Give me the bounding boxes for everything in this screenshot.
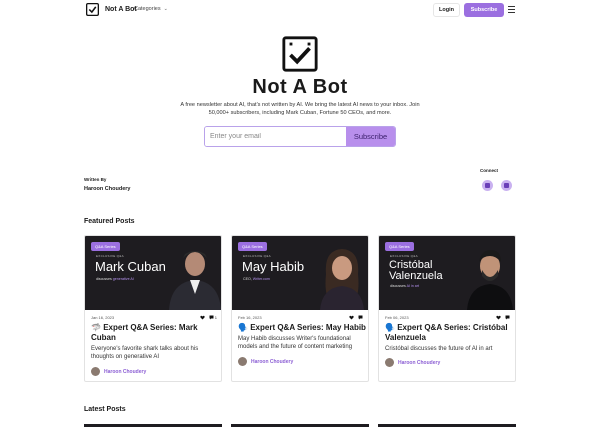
- subscribe-header-button[interactable]: Subscribe: [464, 3, 504, 17]
- post-card-cristobal-valenzuela[interactable]: Q&A Series EXCLUSIVE Q&A Cristóbal Valen…: [378, 235, 516, 382]
- series-badge: Q&A Series: [238, 242, 267, 251]
- checkbox-logo-icon: [282, 36, 318, 72]
- exclusive-label: EXCLUSIVE Q&A: [96, 254, 124, 258]
- post-title[interactable]: 🦈 Expert Q&A Series: Mark Cuban: [91, 323, 219, 343]
- post-description: May Habib discusses Writer's foundationa…: [238, 336, 353, 350]
- image-name-line-2: Valenzuela: [389, 270, 443, 282]
- avatar: [385, 358, 394, 367]
- categories-dropdown[interactable]: Categories ⌄: [134, 6, 168, 12]
- comment-count: 1: [214, 315, 217, 320]
- hero-description: A free newsletter about AI, that's not w…: [180, 102, 420, 116]
- portrait-image: [320, 249, 364, 310]
- twitter-icon[interactable]: [482, 180, 493, 191]
- post-meta: Feb 06, 2023: [385, 315, 511, 320]
- image-subtitle: discusses generative AI: [96, 277, 134, 281]
- connect-label: Connect: [480, 168, 498, 173]
- post-card-may-habib[interactable]: Q&A Series EXCLUSIVE Q&A May Habib CEO, …: [231, 235, 369, 382]
- post-meta: Feb 16, 2023: [238, 315, 364, 320]
- linkedin-icon[interactable]: [501, 180, 512, 191]
- post-author[interactable]: Haroon Choudery: [385, 358, 440, 367]
- subscribe-button[interactable]: Subscribe: [346, 127, 395, 146]
- exclusive-label: EXCLUSIVE Q&A: [390, 254, 418, 258]
- post-date: Feb 06, 2023: [385, 315, 409, 320]
- written-by-label: Written By: [84, 177, 107, 182]
- hero-title: Not A Bot: [252, 76, 348, 98]
- checkbox-logo-icon: [86, 3, 99, 16]
- avatar: [91, 367, 100, 376]
- image-name: Mark Cuban: [95, 259, 166, 274]
- post-author-name: Haroon Choudery: [251, 358, 294, 365]
- portrait-image: [467, 250, 513, 310]
- avatar: [238, 357, 247, 366]
- post-author[interactable]: Haroon Choudery: [238, 357, 293, 366]
- top-navigation: Not A Bot Categories ⌄ Login Subscribe: [0, 0, 600, 22]
- post-card-image: Q&A Series EXCLUSIVE Q&A Cristóbal Valen…: [379, 236, 515, 310]
- comment-icon[interactable]: [358, 315, 363, 320]
- post-card-mark-cuban[interactable]: Q&A Series EXCLUSIVE Q&A Mark Cuban disc…: [84, 235, 222, 382]
- categories-label: Categories: [134, 6, 161, 12]
- post-author-name: Haroon Choudery: [398, 359, 441, 366]
- portrait-image: [169, 251, 221, 310]
- post-description: Cristóbal discusses the future of AI in …: [385, 346, 493, 352]
- image-subtitle: CEO, Writer.com: [243, 277, 270, 281]
- comment-icon[interactable]: [209, 315, 214, 320]
- post-author[interactable]: Haroon Choudery: [91, 367, 146, 376]
- series-badge: Q&A Series: [385, 242, 414, 251]
- post-author-name: Haroon Choudery: [104, 368, 147, 375]
- series-badge: Q&A Series: [91, 242, 120, 251]
- featured-posts-title: Featured Posts: [84, 218, 135, 225]
- post-date: Feb 16, 2023: [238, 315, 262, 320]
- post-meta: Jan 16, 2023 1: [91, 315, 217, 320]
- brand-name: Not A Bot: [105, 6, 137, 13]
- heart-icon[interactable]: [496, 315, 501, 320]
- post-date: Jan 16, 2023: [91, 315, 115, 320]
- author-name[interactable]: Haroon Choudery: [84, 186, 130, 192]
- brand-link[interactable]: Not A Bot: [86, 3, 137, 16]
- comment-icon[interactable]: [505, 315, 510, 320]
- email-input[interactable]: [205, 127, 346, 146]
- post-title[interactable]: 🗣️ Expert Q&A Series: Cristóbal Valenzue…: [385, 323, 513, 343]
- exclusive-label: EXCLUSIVE Q&A: [243, 254, 271, 258]
- login-button[interactable]: Login: [433, 3, 460, 17]
- chevron-down-icon: ⌄: [163, 6, 168, 12]
- subscribe-form: Subscribe: [204, 126, 396, 147]
- post-description: Everyone's favorite shark talks about hi…: [91, 346, 199, 360]
- heart-icon[interactable]: [200, 315, 205, 320]
- post-card-image: Q&A Series EXCLUSIVE Q&A May Habib CEO, …: [232, 236, 368, 310]
- post-card-image: Q&A Series EXCLUSIVE Q&A Mark Cuban disc…: [85, 236, 221, 310]
- image-name: May Habib: [242, 259, 305, 274]
- heart-icon[interactable]: [349, 315, 354, 320]
- post-title[interactable]: 🗣️ Expert Q&A Series: May Habib: [238, 323, 366, 333]
- image-subtitle: discusses AI in art: [390, 284, 419, 288]
- latest-posts-title: Latest Posts: [84, 406, 126, 413]
- menu-icon[interactable]: [508, 6, 515, 13]
